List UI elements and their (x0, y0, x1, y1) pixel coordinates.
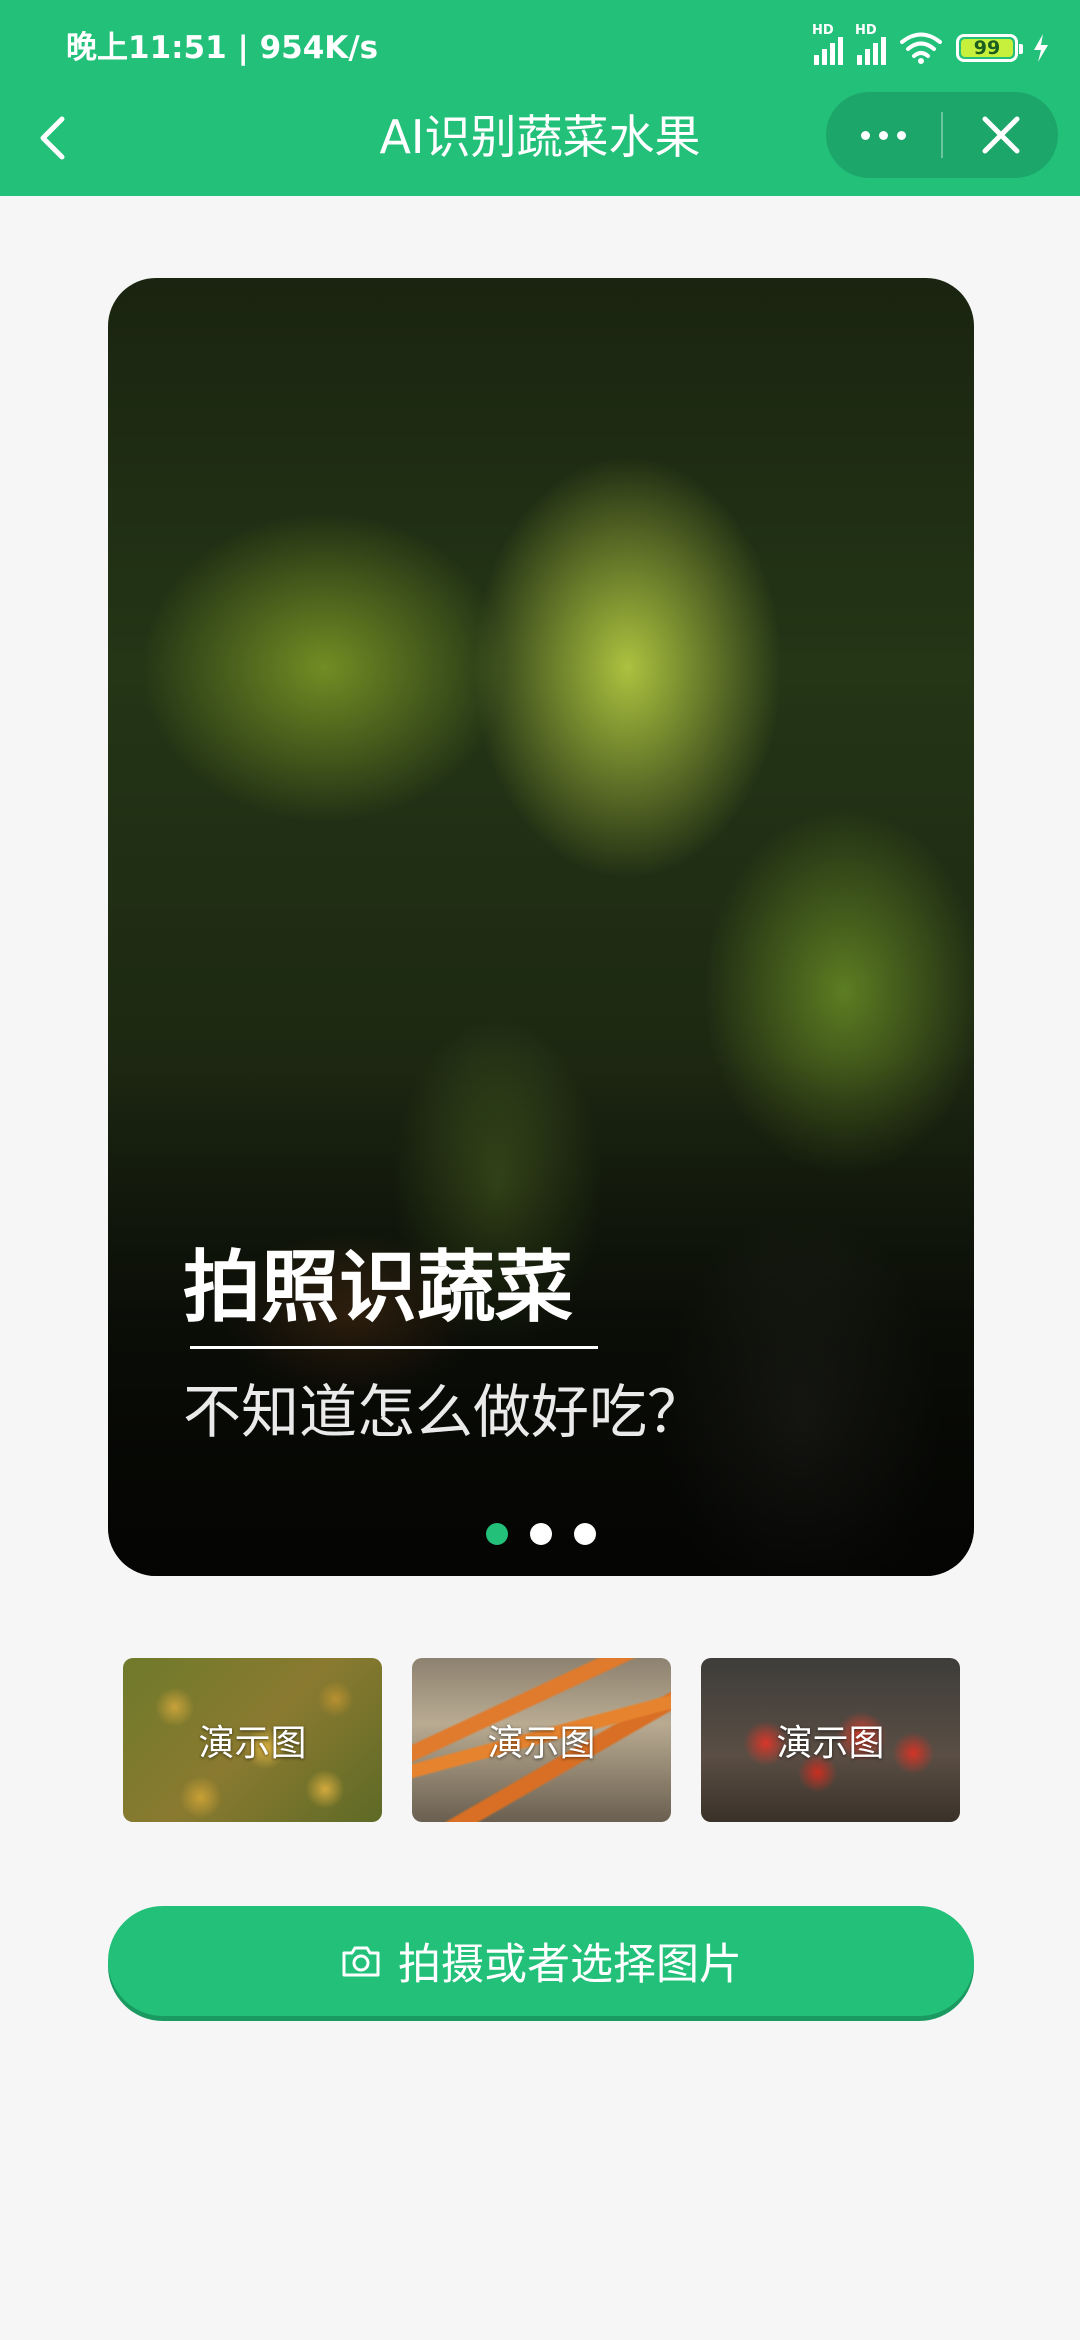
demo-image-carrot[interactable]: 演示图 (412, 1658, 671, 1822)
status-time: 晚上11:51 | 954K/s (66, 30, 379, 66)
miniapp-capsule (826, 92, 1058, 178)
demo-image-pineapple[interactable]: 演示图 (123, 1658, 382, 1822)
hero-title-underline (190, 1346, 598, 1349)
demo-image-label: 演示图 (487, 1723, 596, 1764)
carousel-dot-1[interactable] (486, 1523, 508, 1545)
demo-image-tomato[interactable]: 演示图 (701, 1658, 960, 1822)
demo-image-label: 演示图 (198, 1723, 307, 1764)
close-button[interactable] (943, 92, 1058, 178)
hero-title: 拍照识蔬菜 (183, 1243, 574, 1333)
camera-icon (342, 1946, 380, 1977)
take-or-select-photo-button[interactable]: 拍摄或者选择图片 (108, 1906, 974, 2016)
hd-badge: HD (855, 23, 877, 38)
signal-icon: HD (855, 23, 886, 65)
more-dots-icon (861, 130, 870, 140)
carousel-dot-2[interactable] (530, 1523, 552, 1545)
more-button[interactable] (826, 92, 941, 178)
carousel-dot-3[interactable] (574, 1523, 596, 1545)
hd-badge: HD (812, 23, 834, 38)
battery-level: 99 (973, 37, 1001, 59)
carousel-indicator (108, 1523, 974, 1545)
demo-image-label: 演示图 (776, 1723, 885, 1764)
close-icon (982, 116, 1019, 154)
hero-subtitle: 不知道怎么做好吃？ (183, 1378, 706, 1446)
battery-icon: 99 (956, 34, 1023, 62)
hero-carousel[interactable]: 拍照识蔬菜 不知道怎么做好吃？ (108, 278, 974, 1576)
app-header: 晚上11:51 | 954K/s HD HD 99 AI识别蔬菜水果 (0, 0, 1080, 196)
signal-icon: HD (812, 23, 843, 65)
action-button-label: 拍摄或者选择图片 (398, 1940, 742, 1990)
charging-icon (1034, 34, 1048, 62)
demo-image-list: 演示图 演示图 演示图 (123, 1658, 960, 1822)
status-icons: HD HD 99 (812, 23, 1050, 68)
wifi-icon (900, 32, 942, 64)
